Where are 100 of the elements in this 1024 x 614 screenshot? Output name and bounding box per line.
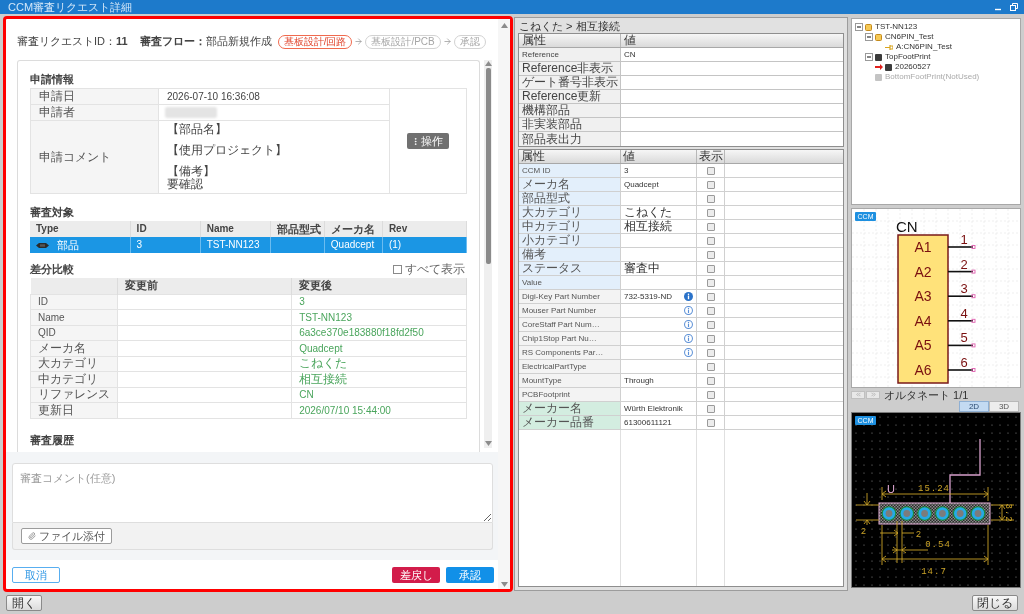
info-icon[interactable] xyxy=(684,348,693,357)
dimension-label: 14.7 xyxy=(921,567,947,577)
column-header: 値 xyxy=(624,34,636,47)
checkbox[interactable] xyxy=(706,390,715,399)
action-button[interactable]: 操作 xyxy=(407,133,449,149)
pin-icon xyxy=(885,43,893,51)
attribute-value[interactable]: こねくた xyxy=(624,206,672,219)
checkbox-label: すべて表示 xyxy=(405,262,465,276)
restore-icon[interactable] xyxy=(1010,3,1018,11)
column-header: 値 xyxy=(623,150,635,163)
tree-item[interactable]: CN6PIN_Test xyxy=(885,32,934,42)
info-icon[interactable] xyxy=(684,334,693,343)
chip-icon xyxy=(36,241,49,249)
checkbox[interactable] xyxy=(706,334,715,343)
scroll-down-icon[interactable] xyxy=(500,582,508,587)
checkbox[interactable] xyxy=(706,292,715,301)
attribute-name: ElectricalPartType xyxy=(519,360,621,373)
checkbox[interactable] xyxy=(706,166,715,175)
tree-item[interactable]: A:CN6PIN_Test xyxy=(896,42,953,52)
attribute-value[interactable]: Quadcept xyxy=(624,178,659,191)
dimension-label: 15.24 xyxy=(918,484,950,494)
checkbox[interactable] xyxy=(706,250,715,259)
reject-button[interactable]: 差戻し xyxy=(392,566,440,583)
pad[interactable] xyxy=(952,506,968,521)
pin-line[interactable] xyxy=(947,343,976,348)
property-name: 部品表出力 xyxy=(519,132,621,146)
pin-line[interactable] xyxy=(947,318,976,323)
pin-line[interactable] xyxy=(947,269,976,274)
pin-line[interactable] xyxy=(947,368,976,372)
checkbox[interactable] xyxy=(706,404,715,413)
info-icon[interactable] xyxy=(684,306,693,315)
pin-name: A6 xyxy=(914,362,932,378)
pad[interactable] xyxy=(935,506,950,521)
table-cell: 3 xyxy=(130,237,201,253)
scrollbar[interactable] xyxy=(498,19,510,589)
checkbox[interactable] xyxy=(706,264,715,273)
alternate-label: オルタネート 1/1 xyxy=(884,388,969,401)
table-cell: 部品 xyxy=(57,239,79,251)
tree-item[interactable]: TopFootPrint xyxy=(885,52,931,62)
info-icon[interactable] xyxy=(684,320,693,329)
column-header: 変更後 xyxy=(291,278,467,294)
checkbox[interactable] xyxy=(706,320,715,329)
attribute-value[interactable]: 3 xyxy=(624,164,629,177)
checkbox[interactable] xyxy=(706,418,715,427)
dimension-label: 3.2 xyxy=(1003,503,1013,523)
attribute-value[interactable]: 61300611121 xyxy=(624,416,672,429)
attribute-value[interactable]: 審査中 xyxy=(624,262,660,275)
pin-line[interactable] xyxy=(947,294,976,299)
attach-file-button[interactable]: ファイル添付 xyxy=(21,528,112,544)
property-value[interactable]: CN xyxy=(624,48,636,61)
pin-number: 4 xyxy=(960,305,968,321)
checkbox[interactable] xyxy=(706,362,715,371)
checkbox[interactable] xyxy=(706,194,715,203)
checkbox[interactable] xyxy=(706,376,715,385)
scrollbar-thumb[interactable] xyxy=(485,68,491,264)
checkbox[interactable] xyxy=(706,306,715,315)
pin-line[interactable] xyxy=(947,245,976,249)
attribute-value[interactable]: Through xyxy=(624,374,654,387)
pin-number: 1 xyxy=(960,232,968,247)
dimension-label: 0.54 xyxy=(925,540,951,550)
scrollbar[interactable] xyxy=(484,60,492,448)
scroll-up-icon[interactable] xyxy=(500,23,508,28)
checkbox[interactable] xyxy=(706,348,715,357)
pad[interactable] xyxy=(917,506,932,521)
pin-name: A4 xyxy=(914,312,932,329)
row-label: ID xyxy=(30,294,118,310)
close-button[interactable]: 閉じる xyxy=(972,595,1018,611)
collapse-icon[interactable] xyxy=(865,53,873,61)
symbol-body[interactable] xyxy=(897,234,949,384)
pin-name: A5 xyxy=(914,337,932,354)
collapse-icon[interactable] xyxy=(855,23,863,31)
checkbox[interactable] xyxy=(706,208,715,217)
checkbox[interactable] xyxy=(706,180,715,189)
pad[interactable] xyxy=(970,506,986,521)
attribute-value[interactable]: 732-5319-ND xyxy=(624,290,673,303)
window-title: CCM審査リクエスト詳細 xyxy=(8,0,133,14)
checkbox[interactable] xyxy=(393,264,402,274)
pin-name: A2 xyxy=(914,263,932,280)
pad[interactable] xyxy=(899,506,915,521)
scroll-up-icon[interactable] xyxy=(484,61,492,66)
tree-item[interactable]: TST-NN123 xyxy=(875,22,918,32)
checkbox[interactable] xyxy=(706,278,715,287)
info-icon[interactable] xyxy=(684,292,693,301)
attribute-name: メーカー品番 xyxy=(519,416,621,429)
property-name: ゲート番号非表示 xyxy=(519,76,621,89)
designator-label: U xyxy=(887,483,895,495)
column-header: 部品型式 xyxy=(270,221,325,237)
attribute-value[interactable]: Würth Elektronik xyxy=(624,402,683,415)
open-button[interactable]: 開く xyxy=(6,595,42,611)
checkbox[interactable] xyxy=(706,222,715,231)
column-header: Rev xyxy=(382,221,467,237)
scroll-down-icon[interactable] xyxy=(484,441,492,446)
comment-field[interactable]: 審査コメント(任意) xyxy=(12,463,493,523)
attribute-value[interactable]: 相互接続 xyxy=(624,220,672,233)
request-id: 審査リクエストID：11 xyxy=(17,34,128,50)
view-tab[interactable]: 3D xyxy=(989,401,1019,412)
tree-item[interactable]: 20260527 xyxy=(895,62,931,72)
collapse-icon[interactable] xyxy=(865,33,873,41)
checkbox[interactable] xyxy=(706,236,715,245)
pad[interactable] xyxy=(881,506,897,521)
